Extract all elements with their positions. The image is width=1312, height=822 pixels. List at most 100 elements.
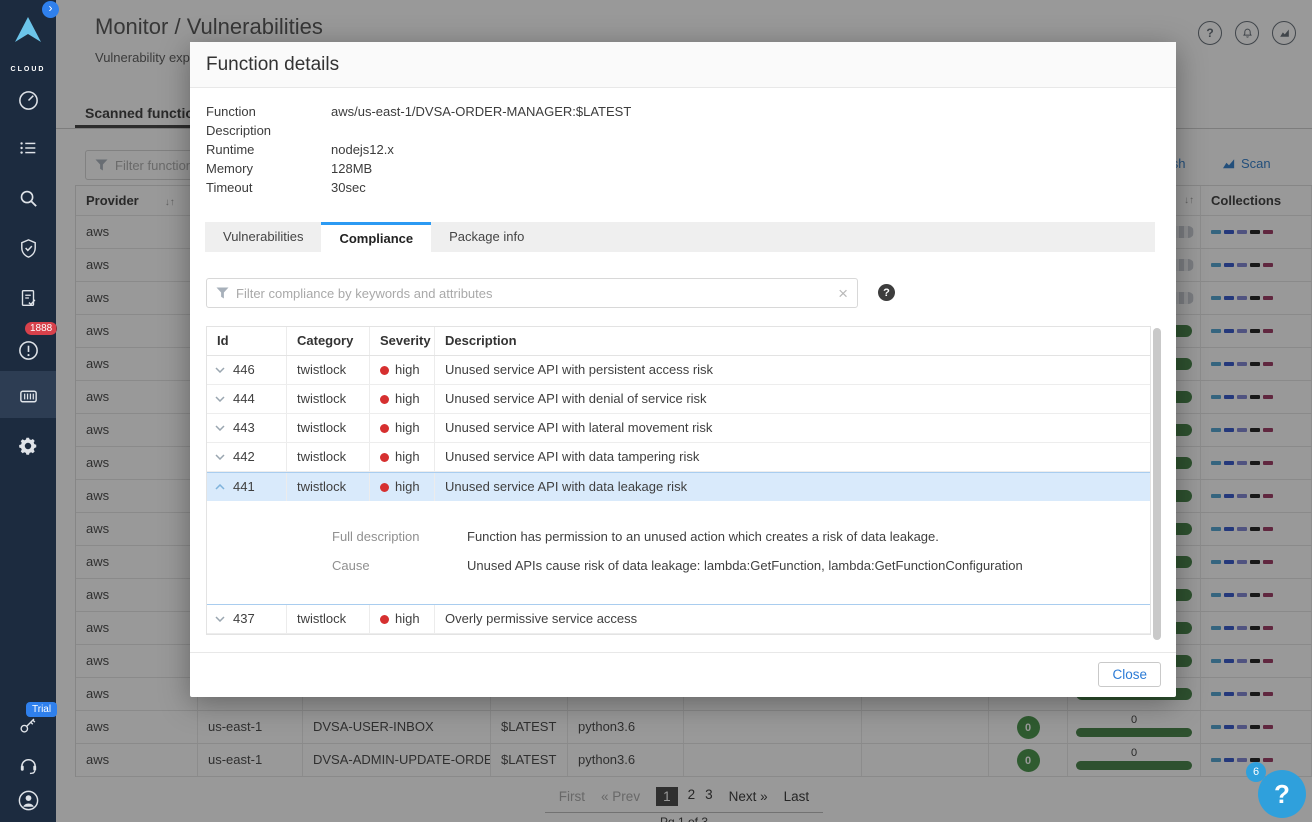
function-meta-row: Timeout 30sec xyxy=(206,178,631,197)
function-meta-row: Description xyxy=(206,121,631,140)
compliance-id: 437 xyxy=(233,611,255,626)
compliance-row[interactable]: 446 twistlock high Unused service API with … xyxy=(207,356,1150,385)
sidebar: CLOUD 1888 xyxy=(0,0,58,822)
full-description-value: Function has permission to an unused act… xyxy=(467,529,939,544)
help-bubble-count-badge: 6 xyxy=(1246,762,1266,782)
sidebar-item-support[interactable] xyxy=(16,752,40,776)
id-cell[interactable]: 446 xyxy=(207,356,287,384)
category-cell: twistlock xyxy=(287,414,370,442)
modal-table-scrollbar[interactable] xyxy=(1153,328,1161,640)
cause-value: Unused APIs cause risk of data leakage: … xyxy=(467,558,1023,573)
compliance-row[interactable]: 442 twistlock high Unused service API with … xyxy=(207,443,1150,472)
expanded-detail-panel: Full description Function has permission … xyxy=(207,501,1150,605)
id-cell[interactable]: 441 xyxy=(207,473,287,501)
shield-check-icon xyxy=(20,238,36,258)
column-header[interactable]: Description xyxy=(435,327,1150,355)
prisma-cloud-logo xyxy=(13,16,43,44)
function-meta: Function aws/us-east-1/DVSA-ORDER-MANAGER… xyxy=(206,102,631,197)
tab-package-info[interactable]: Package info xyxy=(431,222,542,252)
id-cell[interactable]: 444 xyxy=(207,385,287,413)
sidebar-item-dashboard[interactable] xyxy=(16,88,40,112)
chevron-down-icon xyxy=(215,616,225,622)
compliance-id: 441 xyxy=(233,479,255,494)
meta-label: Runtime xyxy=(206,142,255,157)
sidebar-item-settings[interactable] xyxy=(16,434,40,458)
container-icon xyxy=(19,390,37,402)
function-meta-row: Memory 128MB xyxy=(206,159,631,178)
function-meta-row: Runtime nodejs12.x xyxy=(206,140,631,159)
full-description-row: Full description Function has permission … xyxy=(332,529,1150,544)
meta-label: Memory xyxy=(206,161,253,176)
sidebar-item-radars[interactable] xyxy=(16,136,40,160)
user-icon xyxy=(18,790,38,810)
key-icon xyxy=(20,718,36,733)
meta-label: Timeout xyxy=(206,180,253,195)
help-bubble[interactable]: ? xyxy=(1258,770,1306,818)
modal-footer: Close xyxy=(190,652,1176,697)
tab-vulnerabilities[interactable]: Vulnerabilities xyxy=(205,222,321,252)
compliance-row[interactable]: 437 twistlock high Overly permissive servic… xyxy=(207,605,1150,634)
sidebar-item-compliance[interactable] xyxy=(16,286,40,310)
description-cell: Unused service API with denial of servic… xyxy=(445,391,707,406)
severity-dot xyxy=(380,424,389,433)
headset-icon xyxy=(20,758,36,774)
sidebar-item-defend[interactable] xyxy=(16,236,40,260)
severity-dot xyxy=(380,483,389,492)
compliance-id: 442 xyxy=(233,449,255,464)
chevron-down-icon xyxy=(215,396,225,402)
chevron-down-icon xyxy=(215,367,225,373)
meta-value: nodejs12.x xyxy=(331,142,394,157)
compliance-table: Id Category Severity Description 446 twistloc… xyxy=(206,326,1151,635)
sidebar-expand-button[interactable]: › xyxy=(42,1,59,18)
id-cell[interactable]: 442 xyxy=(207,443,287,471)
gauge-icon xyxy=(18,90,38,110)
compliance-row[interactable]: 441 twistlock high Unused service API with … xyxy=(207,472,1150,501)
close-button[interactable]: Close xyxy=(1098,662,1161,687)
description-cell: Unused service API with lateral movement… xyxy=(445,420,713,435)
category-cell: twistlock xyxy=(287,356,370,384)
search-icon xyxy=(20,190,37,207)
severity-cell: high xyxy=(370,473,435,501)
meta-label: Function xyxy=(206,104,256,119)
filter-help-icon[interactable]: ? xyxy=(878,284,895,301)
modal-tabs: Vulnerabilities Compliance Package info xyxy=(205,222,1155,252)
severity-dot xyxy=(380,615,389,624)
severity-dot xyxy=(380,395,389,404)
sidebar-item-alerts[interactable] xyxy=(16,338,40,362)
compliance-row[interactable]: 444 twistlock high Unused service API with … xyxy=(207,385,1150,414)
compliance-table-header: Id Category Severity Description xyxy=(207,327,1150,356)
compliance-filter[interactable]: × xyxy=(206,278,858,308)
screen: CLOUD 1888 Trial › Monitor / Vulnerabili… xyxy=(0,0,1312,822)
meta-value: 30sec xyxy=(331,180,366,195)
sidebar-item-search[interactable] xyxy=(16,186,40,210)
meta-value: 128MB xyxy=(331,161,373,176)
compliance-id: 446 xyxy=(233,362,255,377)
compliance-row[interactable]: 443 twistlock high Unused service API with … xyxy=(207,414,1150,443)
severity-cell: high xyxy=(370,414,435,442)
cause-label: Cause xyxy=(332,558,370,573)
clear-filter-icon[interactable]: × xyxy=(838,285,848,302)
sidebar-item-profile[interactable] xyxy=(16,788,40,812)
modal-title: Function details xyxy=(190,42,1176,88)
description-cell: Overly permissive service access xyxy=(445,611,638,626)
description-cell: Unused service API with data leakage ris… xyxy=(445,479,688,494)
severity-cell: high xyxy=(370,385,435,413)
tab-compliance[interactable]: Compliance xyxy=(321,222,432,252)
column-header[interactable]: Id xyxy=(207,327,287,355)
id-cell[interactable]: 437 xyxy=(207,605,287,633)
id-cell[interactable]: 443 xyxy=(207,414,287,442)
full-description-label: Full description xyxy=(332,529,420,544)
column-header[interactable]: Severity xyxy=(370,327,435,355)
category-cell: twistlock xyxy=(287,385,370,413)
list-icon xyxy=(20,142,36,154)
compliance-id: 444 xyxy=(233,391,255,406)
trial-badge: Trial xyxy=(26,702,58,717)
alert-icon xyxy=(18,340,38,360)
category-cell: twistlock xyxy=(287,473,370,501)
compliance-filter-input[interactable] xyxy=(236,285,832,301)
chevron-up-icon xyxy=(215,484,225,490)
sidebar-item-containers[interactable] xyxy=(16,384,40,408)
function-meta-row: Function aws/us-east-1/DVSA-ORDER-MANAGER… xyxy=(206,102,631,121)
column-header[interactable]: Category xyxy=(287,327,370,355)
chevron-down-icon xyxy=(215,425,225,431)
